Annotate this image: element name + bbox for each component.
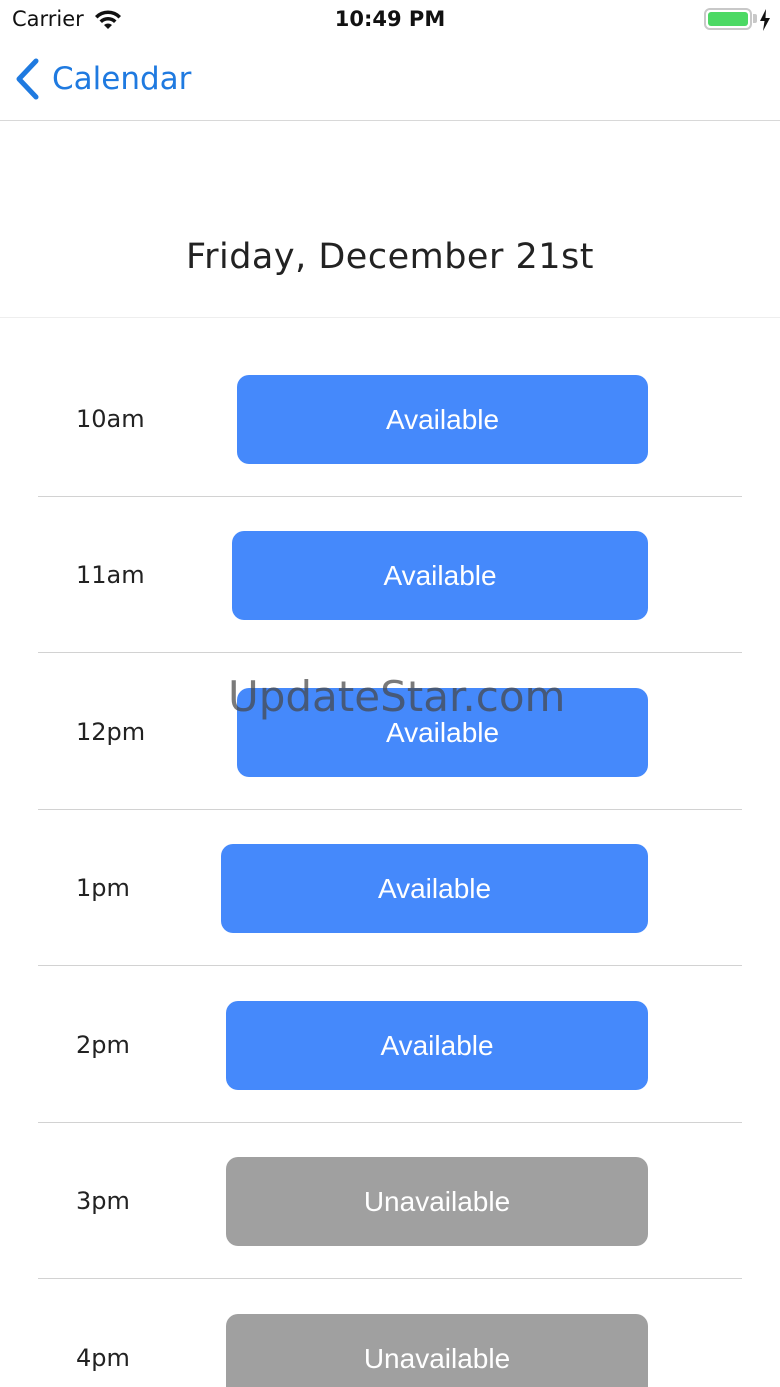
screen: Carrier 10:49 PM Calendar Friday, Decemb…: [0, 0, 780, 1387]
battery-level: [708, 12, 748, 26]
back-button-label: Calendar: [52, 61, 192, 97]
battery-tip: [753, 14, 757, 23]
date-title: Friday, December 21st: [186, 236, 594, 277]
battery-icon: [704, 8, 752, 30]
slot-availability-button[interactable]: Available: [232, 531, 648, 620]
slot-time-label: 10am: [76, 404, 145, 433]
slot-availability-button[interactable]: Unavailable: [226, 1157, 648, 1246]
slot-time-label: 12pm: [76, 717, 146, 746]
time-slot-row: 1pm Available: [38, 810, 742, 966]
slot-time-label: 4pm: [76, 1344, 130, 1372]
slot-time-label: 1pm: [76, 873, 130, 902]
time-slot-row: 10am Available: [38, 341, 742, 497]
charging-bolt-icon: [760, 9, 770, 31]
time-slot-row: 11am Available: [38, 497, 742, 653]
slot-availability-button[interactable]: Available: [221, 844, 648, 933]
slot-time-label: 3pm: [76, 1186, 130, 1215]
date-header: Friday, December 21st: [0, 122, 780, 318]
slot-time-label: 2pm: [76, 1030, 130, 1059]
slot-availability-button[interactable]: Available: [226, 1001, 648, 1090]
time-slot-row: 2pm Available: [38, 967, 742, 1123]
time-slot-row: 3pm Unavailable: [38, 1123, 742, 1279]
time-slot-row: 4pm Unavailable: [38, 1280, 742, 1387]
status-bar: Carrier 10:49 PM: [0, 0, 780, 40]
chevron-left-icon: [16, 58, 39, 100]
back-button[interactable]: Calendar: [14, 56, 191, 102]
slot-availability-button[interactable]: Available: [237, 375, 648, 464]
slot-time-label: 11am: [76, 560, 145, 589]
navigation-bar: Calendar: [0, 40, 780, 121]
watermark-text: UpdateStar.com: [228, 672, 566, 721]
slot-availability-button[interactable]: Unavailable: [226, 1314, 648, 1387]
status-time: 10:49 PM: [334, 7, 446, 31]
